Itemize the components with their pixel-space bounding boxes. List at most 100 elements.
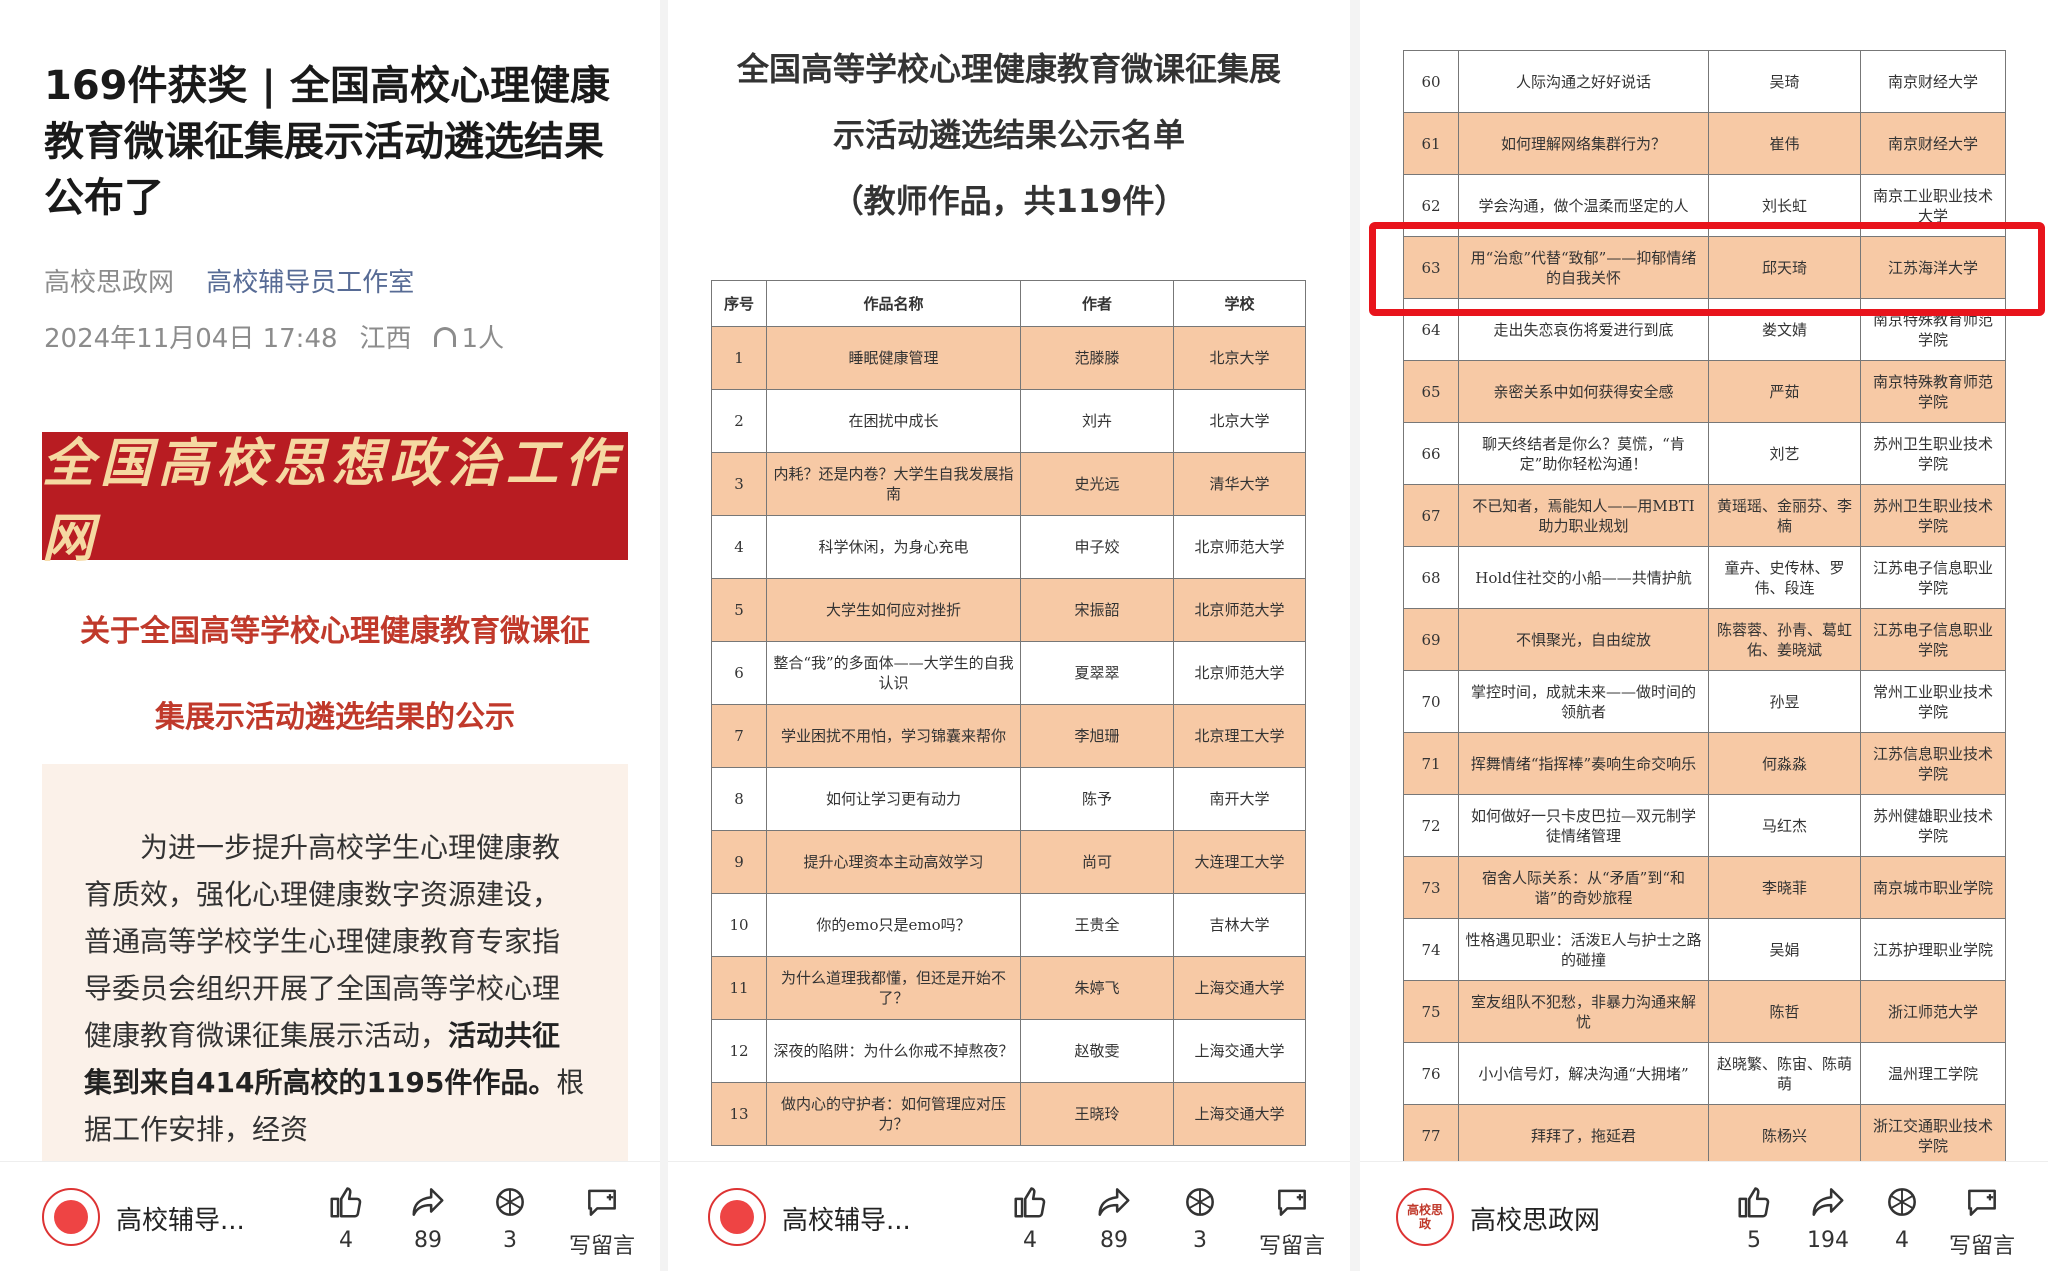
cell-author: 童卉、史传林、罗伟、段连 bbox=[1708, 546, 1861, 609]
cell-title: 睡眠健康管理 bbox=[766, 326, 1021, 390]
comment-button[interactable]: 写留言 bbox=[1932, 1180, 2032, 1260]
cell-index: 68 bbox=[1403, 546, 1459, 609]
favorite-button[interactable]: 4 bbox=[1862, 1180, 1942, 1253]
share-button[interactable]: 89 bbox=[1074, 1180, 1154, 1253]
cell-school: 北京师范大学 bbox=[1173, 641, 1306, 705]
header-index: 序号 bbox=[711, 280, 767, 327]
table-row: 76 小小信号灯，解决沟通“大拥堵” 赵晓繁、陈宙、陈萌萌 温州理工学院 bbox=[1403, 1042, 2006, 1105]
cell-index: 7 bbox=[711, 704, 767, 768]
cell-author: 吴娟 bbox=[1708, 918, 1861, 981]
table-row: 67 不已知者，焉能知人——用MBTI助力职业规划 黄瑶瑶、金丽芬、李楠 苏州卫生职业… bbox=[1403, 484, 2006, 547]
cell-author: 王贵全 bbox=[1020, 893, 1174, 957]
cell-author: 吴琦 bbox=[1708, 50, 1861, 113]
cell-title: 人际沟通之好好说话 bbox=[1458, 50, 1709, 113]
cell-school: 南京城市职业学院 bbox=[1860, 856, 2006, 919]
cell-school: 南开大学 bbox=[1173, 767, 1306, 831]
comment-button[interactable]: 写留言 bbox=[552, 1180, 652, 1260]
cell-author: 刘卉 bbox=[1020, 389, 1174, 453]
cell-school: 浙江师范大学 bbox=[1860, 980, 2006, 1043]
cell-school: 温州理工学院 bbox=[1860, 1042, 2006, 1105]
cell-title: 为什么道理我都懂，但还是开始不了？ bbox=[766, 956, 1021, 1020]
cell-school: 苏州卫生职业技术学院 bbox=[1860, 484, 2006, 547]
table-row: 66 聊天终结者是你么？莫慌，“肯定”助你轻松沟通！ 刘艺 苏州卫生职业技术学院 bbox=[1403, 422, 2006, 485]
cell-index: 70 bbox=[1403, 670, 1459, 733]
cell-index: 67 bbox=[1403, 484, 1459, 547]
cell-title: 性格遇见职业：活泼E人与护士之路的碰撞 bbox=[1458, 918, 1709, 981]
cell-index: 74 bbox=[1403, 918, 1459, 981]
cell-title: 小小信号灯，解决沟通“大拥堵” bbox=[1458, 1042, 1709, 1105]
cell-index: 8 bbox=[711, 767, 767, 831]
cell-index: 6 bbox=[711, 641, 767, 705]
comment-icon bbox=[552, 1180, 652, 1224]
bottom-action-bar: 高校辅导... 4 89 3 写留言 bbox=[0, 1161, 660, 1271]
like-button[interactable]: 4 bbox=[306, 1180, 386, 1253]
notice-paragraph: 为进一步提升高校学生心理健康教育质效，强化心理健康数字资源建设，普通高等学校学生… bbox=[84, 831, 585, 1146]
listen-count[interactable]: 1人 bbox=[433, 318, 504, 355]
account-name[interactable]: 高校辅导... bbox=[782, 1200, 911, 1237]
cell-school: 南京财经大学 bbox=[1860, 50, 2006, 113]
account-name[interactable]: 高校思政网 bbox=[1470, 1200, 1600, 1237]
cell-index: 1 bbox=[711, 326, 767, 390]
favorite-icon bbox=[1862, 1180, 1942, 1224]
publish-date: 2024年11月04日 17:48 bbox=[44, 324, 338, 354]
cell-author: 崔伟 bbox=[1708, 112, 1861, 175]
bottom-action-bar: 高校思政 高校思政网 5 194 4 写留言 bbox=[1360, 1161, 2048, 1271]
favorite-button[interactable]: 3 bbox=[470, 1180, 550, 1253]
cell-index: 69 bbox=[1403, 608, 1459, 671]
cell-title: 你的emo只是emo吗？ bbox=[766, 893, 1021, 957]
table-row: 3 内耗？还是内卷？大学生自我发展指南 史光远 清华大学 bbox=[711, 452, 1306, 516]
cell-author: 陈杨兴 bbox=[1708, 1104, 1861, 1167]
award-table-continued: 60 人际沟通之好好说话 吴琦 南京财经大学 61 如何理解网络集群行为？ 崔伟 南京财经大学… bbox=[1403, 50, 2006, 1167]
cell-title: 聊天终结者是你么？莫慌，“肯定”助你轻松沟通！ bbox=[1458, 422, 1709, 485]
cell-index: 76 bbox=[1403, 1042, 1459, 1105]
cell-title: 大学生如何应对挫折 bbox=[766, 578, 1021, 642]
cell-index: 13 bbox=[711, 1082, 767, 1146]
cell-title: 挥舞情绪“指挥棒”奏响生命交响乐 bbox=[1458, 732, 1709, 795]
cell-index: 66 bbox=[1403, 422, 1459, 485]
list-title-line3: （教师作品，共119件） bbox=[831, 182, 1187, 220]
cell-title: 如何让学习更有动力 bbox=[766, 767, 1021, 831]
cell-index: 72 bbox=[1403, 794, 1459, 857]
publish-location: 江西 bbox=[359, 324, 412, 354]
cell-author: 范滕滕 bbox=[1020, 326, 1174, 390]
cell-school: 清华大学 bbox=[1173, 452, 1306, 516]
cell-author: 尚可 bbox=[1020, 830, 1174, 894]
cell-school: 北京大学 bbox=[1173, 326, 1306, 390]
comment-button[interactable]: 写留言 bbox=[1242, 1180, 1342, 1260]
table-row: 7 学业困扰不用怕，学习锦囊来帮你 李旭珊 北京理工大学 bbox=[711, 704, 1306, 768]
table-row: 13 做内心的守护者：如何管理应对压力？ 王晓玲 上海交通大学 bbox=[711, 1082, 1306, 1146]
notice-body: 为进一步提升高校学生心理健康教育质效，强化心理健康数字资源建设，普通高等学校学生… bbox=[42, 764, 628, 1164]
cell-author: 朱婷飞 bbox=[1020, 956, 1174, 1020]
award-table-continued-body: 60 人际沟通之好好说话 吴琦 南京财经大学 61 如何理解网络集群行为？ 崔伟 南京财经大学… bbox=[1403, 50, 2006, 1167]
account-avatar[interactable] bbox=[708, 1188, 766, 1246]
account-name[interactable]: 高校辅导... bbox=[116, 1200, 245, 1237]
account-link[interactable]: 高校辅导员工作室 bbox=[206, 268, 414, 298]
cell-author: 夏翠翠 bbox=[1020, 641, 1174, 705]
share-button[interactable]: 194 bbox=[1788, 1180, 1868, 1253]
cell-school: 江苏电子信息职业学院 bbox=[1860, 608, 2006, 671]
list-continued-panel: 60 人际沟通之好好说话 吴琦 南京财经大学 61 如何理解网络集群行为？ 崔伟 南京财经大学… bbox=[1360, 0, 2048, 1271]
cell-author: 申子姣 bbox=[1020, 515, 1174, 579]
cell-author: 陈予 bbox=[1020, 767, 1174, 831]
thumbs-up-icon bbox=[1714, 1180, 1794, 1224]
table-row: 69 不惧聚光，自由绽放 陈蓉蓉、孙青、葛虹佑、姜晓斌 江苏电子信息职业学院 bbox=[1403, 608, 2006, 671]
cell-title: 室友组队不犯愁，非暴力沟通来解忧 bbox=[1458, 980, 1709, 1043]
like-button[interactable]: 4 bbox=[990, 1180, 1070, 1253]
cell-index: 3 bbox=[711, 452, 767, 516]
notice-title-line1: 关于全国高等学校心理健康教育微课征 bbox=[80, 614, 590, 649]
account-avatar[interactable]: 高校思政 bbox=[1396, 1188, 1454, 1246]
account-avatar[interactable] bbox=[42, 1188, 100, 1246]
cell-title: 如何理解网络集群行为？ bbox=[1458, 112, 1709, 175]
cell-author: 陈蓉蓉、孙青、葛虹佑、姜晓斌 bbox=[1708, 608, 1861, 671]
award-table: 序号 作品名称 作者 学校 1 睡眠健康管理 范滕滕 北京大学 2 在困扰中成长 刘卉 北京大… bbox=[711, 280, 1306, 1146]
table-row: 74 性格遇见职业：活泼E人与护士之路的碰撞 吴娟 江苏护理职业学院 bbox=[1403, 918, 2006, 981]
share-button[interactable]: 89 bbox=[388, 1180, 468, 1253]
cell-index: 12 bbox=[711, 1019, 767, 1083]
favorite-button[interactable]: 3 bbox=[1160, 1180, 1240, 1253]
panel-divider bbox=[660, 0, 668, 1271]
header-school: 学校 bbox=[1173, 280, 1306, 327]
like-button[interactable]: 5 bbox=[1714, 1180, 1794, 1253]
cell-author: 赵敬雯 bbox=[1020, 1019, 1174, 1083]
cell-school: 江苏电子信息职业学院 bbox=[1860, 546, 2006, 609]
cell-author: 何淼淼 bbox=[1708, 732, 1861, 795]
